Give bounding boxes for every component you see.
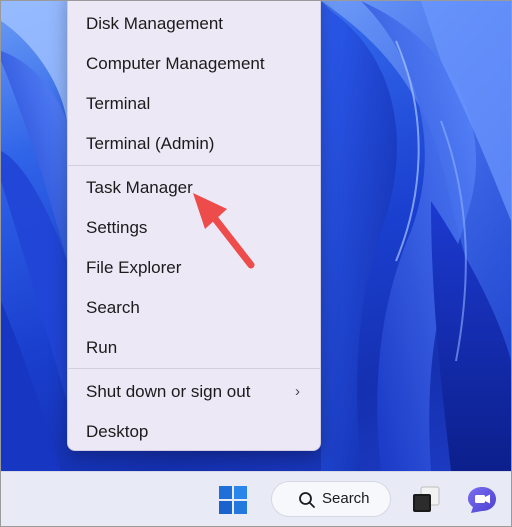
- task-view-button[interactable]: [409, 484, 443, 516]
- red-arrow-icon: [193, 193, 255, 269]
- chat-icon: [468, 487, 496, 513]
- taskbar: Search: [1, 471, 511, 526]
- search-icon: [299, 492, 315, 508]
- search-label: Search: [322, 490, 370, 507]
- chat-button[interactable]: [465, 484, 499, 516]
- task-view-icon: [413, 486, 440, 512]
- start-button[interactable]: [217, 484, 249, 516]
- screenshot-frame: Disk Management Computer Management Term…: [0, 0, 512, 527]
- taskbar-search-box[interactable]: Search: [271, 481, 391, 517]
- windows-logo-icon: [219, 486, 247, 514]
